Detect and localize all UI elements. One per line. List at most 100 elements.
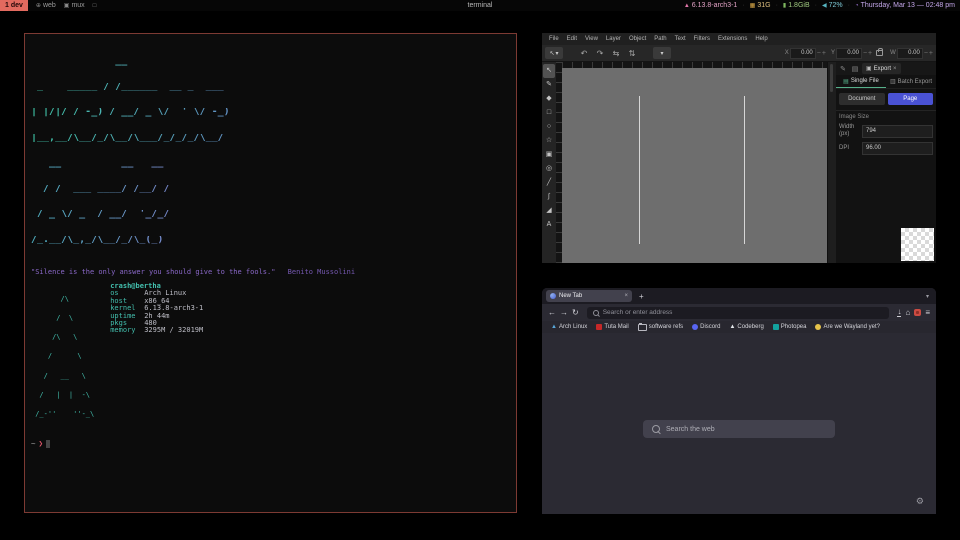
box3d-tool[interactable]: ▣ [543, 148, 555, 162]
volume-level: 72% [829, 2, 843, 9]
globe-icon: ⊕ [36, 2, 41, 9]
workspace-web-label: web [43, 2, 56, 9]
inkscape-canvas[interactable] [562, 68, 827, 263]
pencil-tool[interactable]: ╱ [543, 176, 555, 190]
downloads-button[interactable]: ↓ [897, 308, 901, 317]
menu-file[interactable]: File [545, 36, 563, 42]
forward-button[interactable]: → [560, 308, 568, 317]
close-tab-icon[interactable]: × [624, 293, 628, 299]
spiral-tool[interactable]: ◎ [543, 162, 555, 176]
document-dock-icon[interactable]: ▤ [850, 65, 860, 73]
decrement-button[interactable]: − [924, 50, 928, 57]
bookmark-codeberg[interactable]: ▲ Codeberg [729, 324, 763, 330]
workspace-web[interactable]: ⊕ web [36, 2, 56, 9]
workspace-empty[interactable]: □ [93, 3, 97, 9]
y-coordinate-field[interactable]: Y 0.00 − + [831, 48, 872, 59]
fetch-value: 3295M / 32019M [144, 326, 203, 334]
ellipse-tool[interactable]: ○ [543, 120, 555, 134]
close-icon[interactable]: × [893, 66, 897, 72]
menu-object[interactable]: Object [625, 36, 650, 42]
bookmark-photopea[interactable]: Photopea [773, 324, 807, 330]
w-value[interactable]: 0.00 [897, 48, 923, 59]
calligraphy-tool[interactable]: ◢ [543, 204, 555, 218]
document-scope-button[interactable]: Document [839, 93, 885, 105]
shape-builder-tool[interactable]: ◆ [543, 92, 555, 106]
list-tabs-chevron-icon[interactable]: ▾ [926, 293, 932, 300]
bookmark-tuta-mail[interactable]: Tuta Mail [596, 324, 628, 330]
inkscape-window[interactable]: File Edit View Layer Object Path Text Fi… [542, 33, 936, 263]
canvas-scrollbar[interactable] [827, 62, 836, 263]
flip-vertical-button[interactable]: ⇅ [625, 49, 639, 58]
terminal-window[interactable]: __ _ _____ / /______ __ _ ___ | |/|/ / -… [24, 33, 517, 513]
back-button[interactable]: ← [548, 308, 556, 317]
x-value[interactable]: 0.00 [790, 48, 816, 59]
adblock-extension-icon[interactable] [914, 309, 921, 316]
selection-mode-dropdown[interactable]: ↖ ▾ [545, 47, 563, 59]
star-tool[interactable]: ☆ [543, 134, 555, 148]
page-scope-button[interactable]: Page [888, 93, 934, 105]
new-tab-button[interactable]: + [639, 292, 644, 301]
width-input[interactable]: 794 [862, 125, 933, 138]
batch-export-tab[interactable]: ▥ Batch Export [886, 75, 936, 88]
align-dropdown[interactable]: ▾ [653, 47, 671, 59]
selector-tool[interactable]: ↖ [543, 64, 555, 78]
reload-button[interactable]: ↻ [572, 308, 579, 317]
increment-button[interactable]: + [868, 50, 872, 57]
shell-prompt[interactable]: ~ ❯ [31, 439, 516, 448]
menu-filters[interactable]: Filters [690, 36, 714, 42]
menu-help[interactable]: Help [751, 36, 771, 42]
export-tab[interactable]: ▣ Export × [862, 63, 901, 74]
menu-path[interactable]: Path [650, 36, 670, 42]
active-tab[interactable]: New Tab × [546, 290, 632, 302]
increment-button[interactable]: + [822, 50, 826, 57]
x-coordinate-field[interactable]: X 0.00 − + [785, 48, 826, 59]
fill-stroke-dock-icon[interactable]: ✎ [838, 65, 848, 73]
menu-layer[interactable]: Layer [602, 36, 625, 42]
export-panel: ✎ ▤ ▣ Export × ▤ Single File ▥ Batch Exp… [836, 62, 936, 263]
bookmark-label: Photopea [781, 324, 807, 330]
lock-ratio-icon[interactable] [876, 50, 883, 56]
address-bar[interactable]: Search or enter address [587, 307, 890, 319]
wayland-favicon [815, 324, 821, 330]
bookmark-arch-linux[interactable]: ▲ Arch Linux [551, 324, 587, 330]
y-value[interactable]: 0.00 [836, 48, 862, 59]
workspace-mux[interactable]: ▣ mux [64, 2, 85, 9]
bookmark-discord[interactable]: Discord [692, 324, 720, 330]
quote-text: "Silence is the only answer you should g… [31, 268, 275, 276]
menu-extensions[interactable]: Extensions [714, 36, 751, 42]
empty-workspace-icon: □ [93, 3, 97, 9]
rotate-cw-button[interactable]: ↷ [593, 49, 607, 58]
pen-tool[interactable]: ∫ [543, 190, 555, 204]
node-tool[interactable]: ✎ [543, 78, 555, 92]
new-tab-page: Search the web ⚙ [542, 333, 936, 514]
workspace-dev[interactable]: 1 dev [0, 0, 28, 11]
bookmark-software-refs-folder[interactable]: software refs [638, 324, 683, 331]
menu-text[interactable]: Text [671, 36, 690, 42]
canvas-area[interactable] [562, 62, 827, 263]
personalize-gear-icon[interactable]: ⚙ [916, 496, 924, 507]
decrement-button[interactable]: − [817, 50, 821, 57]
w-field[interactable]: W 0.00 − + [890, 48, 933, 59]
w-label: W [890, 50, 896, 56]
home-button[interactable]: ⌂ [905, 308, 910, 317]
memory-usage: 1.8GiB [788, 2, 809, 9]
export-scope-buttons: Document Page [836, 89, 936, 109]
bookmark-label: Are we Wayland yet? [823, 324, 879, 330]
browser-window[interactable]: New Tab × + ▾ ← → ↻ Search or enter addr… [542, 288, 936, 514]
bookmark-wayland[interactable]: Are we Wayland yet? [815, 324, 879, 330]
dpi-input[interactable]: 96.00 [862, 142, 933, 155]
single-file-tab[interactable]: ▤ Single File [836, 75, 886, 88]
web-search-input[interactable]: Search the web [643, 420, 835, 438]
flip-horizontal-button[interactable]: ⇆ [609, 49, 623, 58]
scrollbar-thumb[interactable] [830, 64, 833, 92]
text-tool[interactable]: A [543, 218, 555, 232]
export-tab-label: Export [874, 66, 891, 72]
menu-view[interactable]: View [581, 36, 602, 42]
rotate-ccw-button[interactable]: ↶ [577, 49, 591, 58]
rectangle-tool[interactable]: □ [543, 106, 555, 120]
decrement-button[interactable]: − [863, 50, 867, 57]
menu-button[interactable]: ≡ [925, 308, 930, 317]
browser-tab-bar: New Tab × + ▾ [542, 288, 936, 304]
menu-edit[interactable]: Edit [563, 36, 581, 42]
increment-button[interactable]: + [929, 50, 933, 57]
